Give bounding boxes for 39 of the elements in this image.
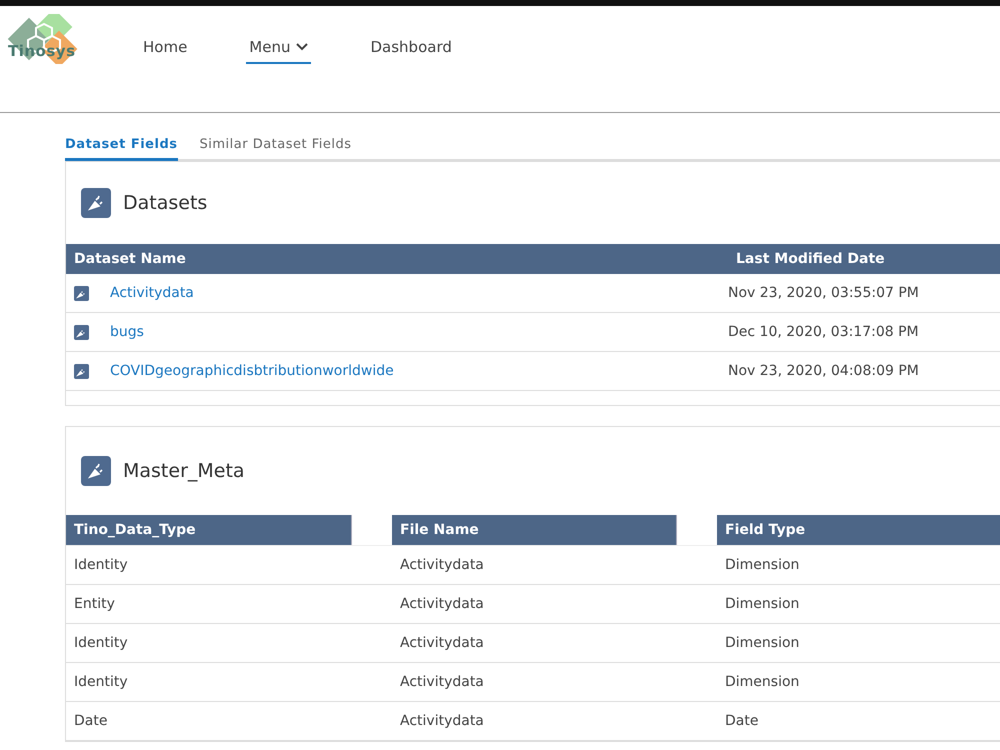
table-cell: Dimension (725, 635, 800, 651)
table-cell: Dimension (725, 557, 800, 573)
plug-icon (81, 456, 111, 486)
table-cell: Activitydata (400, 557, 484, 573)
table-cell: Activitydata (400, 596, 484, 612)
column-header: Tino_Data_Type (66, 515, 352, 545)
plug-icon (74, 286, 89, 300)
plug-icon (81, 188, 111, 218)
plug-icon (74, 364, 89, 378)
dataset-link[interactable]: COVIDgeographicdisbtributionworldwide (110, 363, 394, 379)
column-header: Dataset Name (66, 244, 728, 274)
tab[interactable]: Similar Dataset Fields (200, 137, 352, 161)
table-cell: Nov 23, 2020, 03:55:07 PM (728, 285, 919, 301)
table-cell: Identity (74, 635, 128, 651)
dataset-link[interactable]: Activitydata (110, 285, 194, 301)
table-cell: Date (74, 713, 108, 729)
table-cell: Nov 23, 2020, 04:08:09 PM (728, 363, 919, 379)
dataset-link[interactable]: bugs (110, 324, 144, 340)
chevron-down-icon (296, 43, 308, 51)
logo-text: Tinosys (8, 42, 76, 60)
card-title: Master_Meta (123, 460, 245, 482)
table-cell: Identity (74, 674, 128, 690)
card-title: Datasets (123, 192, 208, 214)
menu-dropdown[interactable]: Menu (246, 34, 312, 64)
table-cell: Dec 10, 2020, 03:17:08 PM (728, 324, 919, 340)
table-cell: Identity (74, 557, 128, 573)
plug-icon (74, 324, 89, 340)
nav-link[interactable]: Dashboard (367, 34, 455, 64)
nav-link[interactable]: Home (140, 34, 190, 64)
table-cell: Date (725, 713, 758, 729)
table-cell: Dimension (725, 596, 800, 612)
table-cell: Activitydata (400, 713, 484, 729)
table-cell: Dimension (725, 674, 800, 690)
table-cell: Activitydata (400, 635, 484, 651)
table-cell: Entity (74, 596, 115, 612)
column-header: Last Modified Date (728, 244, 1000, 274)
column-header: Field Type (717, 515, 1000, 545)
column-header: File Name (392, 515, 677, 545)
table-cell: Activitydata (400, 674, 484, 690)
